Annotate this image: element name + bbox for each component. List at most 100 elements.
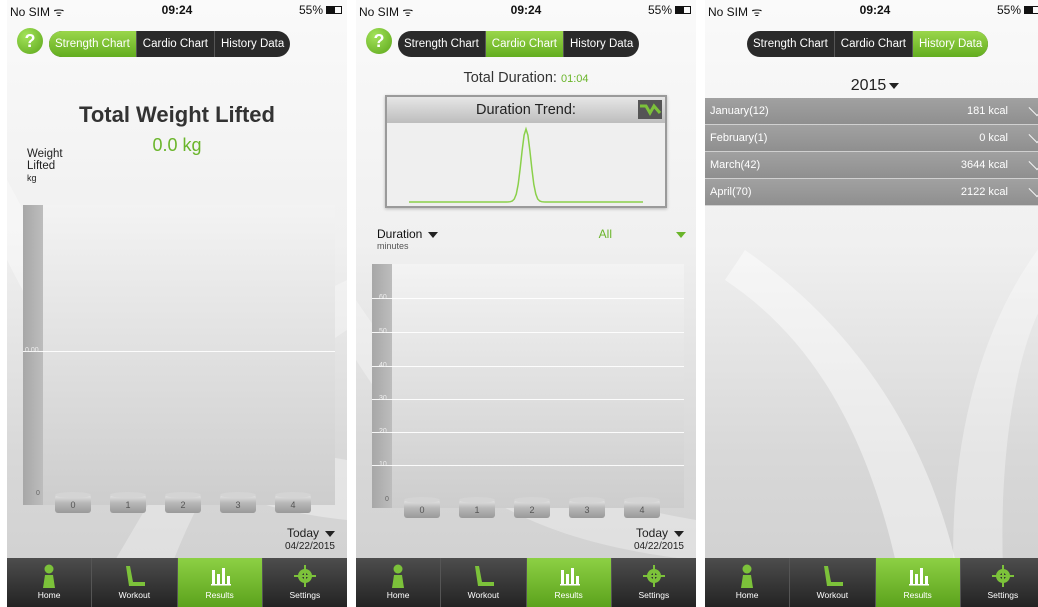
person-icon xyxy=(741,564,754,588)
battery-icon xyxy=(675,6,691,14)
caret-down-icon xyxy=(889,82,900,89)
bar-3[interactable]: 3 xyxy=(220,492,256,513)
year-selector[interactable]: 2015 xyxy=(705,77,1038,95)
tab-cardio-chart[interactable]: Cardio Chart xyxy=(137,31,215,57)
period-date: 04/22/2015 xyxy=(633,541,684,552)
help-button[interactable]: ? xyxy=(17,28,43,54)
person-icon xyxy=(392,564,405,588)
period-date: 04/22/2015 xyxy=(284,541,335,552)
y-tick-label: 0.00 xyxy=(25,347,39,354)
gear-icon xyxy=(642,565,665,587)
tab-home-label: Home xyxy=(386,590,410,600)
duration-trend-chart xyxy=(387,123,665,206)
tab-home[interactable]: Home xyxy=(705,558,791,607)
trend-title: Duration Trend: xyxy=(387,97,665,123)
chart-tabs: Strength Chart Cardio Chart History Data xyxy=(49,31,291,57)
y-tick-label: 10 xyxy=(379,461,387,468)
cardio-chart[interactable]: 60 50 40 30 20 10 0 0 1 2 3 4 xyxy=(372,264,684,518)
chart-filters: Duration minutes All xyxy=(356,225,696,253)
tab-strength-chart[interactable]: Strength Chart xyxy=(49,31,137,57)
list-item[interactable]: March(42) 3644 kcal xyxy=(705,152,1038,179)
tab-results-label: Results xyxy=(554,590,583,600)
bar-0[interactable]: 0 xyxy=(404,497,440,518)
month-label: April(70) xyxy=(710,186,752,198)
tab-settings-label: Settings xyxy=(289,590,321,600)
bar-4[interactable]: 4 xyxy=(624,497,660,518)
total-duration-label: Total Duration: xyxy=(463,70,557,86)
tab-results[interactable]: Results xyxy=(875,558,961,607)
gridline xyxy=(372,298,684,299)
total-duration-value: 01:04 xyxy=(561,73,589,85)
bar-1[interactable]: 1 xyxy=(110,492,146,513)
metric-label: Duration xyxy=(377,227,423,241)
tab-strength-chart[interactable]: Strength Chart xyxy=(747,31,835,57)
y-tick-label: 20 xyxy=(379,428,387,435)
tab-workout-label: Workout xyxy=(467,590,500,600)
tab-workout[interactable]: Workout xyxy=(790,558,876,607)
bar-0[interactable]: 0 xyxy=(55,492,91,513)
caret-down-icon xyxy=(325,530,335,537)
tab-settings[interactable]: Settings xyxy=(961,558,1038,607)
period-selector[interactable]: Today 04/22/2015 xyxy=(285,526,335,552)
y-axis-bar xyxy=(23,205,43,505)
list-item[interactable]: January(12) 181 kcal xyxy=(705,98,1038,125)
strength-chart[interactable]: 0.00 0 0 1 2 3 4 xyxy=(23,205,335,513)
tab-workout-label: Workout xyxy=(816,590,849,600)
month-label: February(1) xyxy=(710,132,768,144)
tab-settings-label: Settings xyxy=(987,590,1019,600)
metric-selector[interactable]: Duration minutes xyxy=(377,227,439,251)
tab-history-data[interactable]: History Data xyxy=(564,31,639,57)
tab-strength-chart[interactable]: Strength Chart xyxy=(398,31,486,57)
caret-down-icon xyxy=(676,231,686,238)
cardio-chart-screen: No SIM ᯤ 09:24 55% ? Strength Chart Card… xyxy=(356,0,696,607)
tab-history-data[interactable]: History Data xyxy=(215,31,290,57)
tab-home[interactable]: Home xyxy=(356,558,442,607)
month-label: January(12) xyxy=(710,105,769,117)
metric-unit: minutes xyxy=(377,241,409,251)
treadmill-icon xyxy=(126,566,146,586)
tab-results-label: Results xyxy=(205,590,234,600)
chevron-down-icon xyxy=(1028,99,1038,117)
gridline xyxy=(372,366,684,367)
tab-settings-label: Settings xyxy=(638,590,670,600)
bottom-tab-bar: Home Workout Results Settings xyxy=(356,558,696,607)
tab-workout[interactable]: Workout xyxy=(441,558,527,607)
caret-down-icon xyxy=(428,231,439,238)
duration-trend-panel[interactable]: Duration Trend: xyxy=(385,95,667,208)
battery-icon xyxy=(326,6,342,14)
list-item[interactable]: February(1) 0 kcal xyxy=(705,125,1038,152)
tab-settings[interactable]: Settings xyxy=(612,558,696,607)
period-selector[interactable]: Today 04/22/2015 xyxy=(634,526,684,552)
bar-2[interactable]: 2 xyxy=(165,492,201,513)
bar-4[interactable]: 4 xyxy=(275,492,311,513)
bar-1[interactable]: 1 xyxy=(459,497,495,518)
bottom-tab-bar: Home Workout Results Settings xyxy=(7,558,347,607)
filter-selector[interactable]: All xyxy=(599,227,686,241)
y-axis-label-line2: Lifted xyxy=(27,160,56,172)
list-item[interactable]: April(70) 2122 kcal xyxy=(705,179,1038,206)
tab-cardio-chart[interactable]: Cardio Chart xyxy=(485,31,564,57)
tab-results[interactable]: Results xyxy=(177,558,263,607)
battery-percent: 55% xyxy=(298,3,323,17)
kcal-value: 3644 kcal xyxy=(960,159,1008,171)
y-tick-label: 30 xyxy=(379,395,387,402)
bar-3[interactable]: 3 xyxy=(569,497,605,518)
tab-results[interactable]: Results xyxy=(526,558,612,607)
bottom-tab-bar: Home Workout Results Settings xyxy=(705,558,1038,607)
battery-percent: 55% xyxy=(647,3,672,17)
tab-history-data[interactable]: History Data xyxy=(913,31,989,57)
help-button[interactable]: ? xyxy=(366,28,392,54)
y-tick-label: 60 xyxy=(379,294,387,301)
trend-wave-icon[interactable] xyxy=(638,100,662,119)
tab-home[interactable]: Home xyxy=(7,558,93,607)
gridline xyxy=(372,399,684,400)
chevron-down-icon xyxy=(1028,153,1038,171)
tab-workout[interactable]: Workout xyxy=(92,558,178,607)
bar-2[interactable]: 2 xyxy=(514,497,550,518)
gear-icon xyxy=(991,565,1014,587)
treadmill-icon xyxy=(824,566,844,586)
tab-settings[interactable]: Settings xyxy=(263,558,347,607)
status-bar: No SIM ᯤ 09:24 55% xyxy=(356,0,696,20)
y-tick-label: 50 xyxy=(379,328,387,335)
tab-cardio-chart[interactable]: Cardio Chart xyxy=(835,31,913,57)
